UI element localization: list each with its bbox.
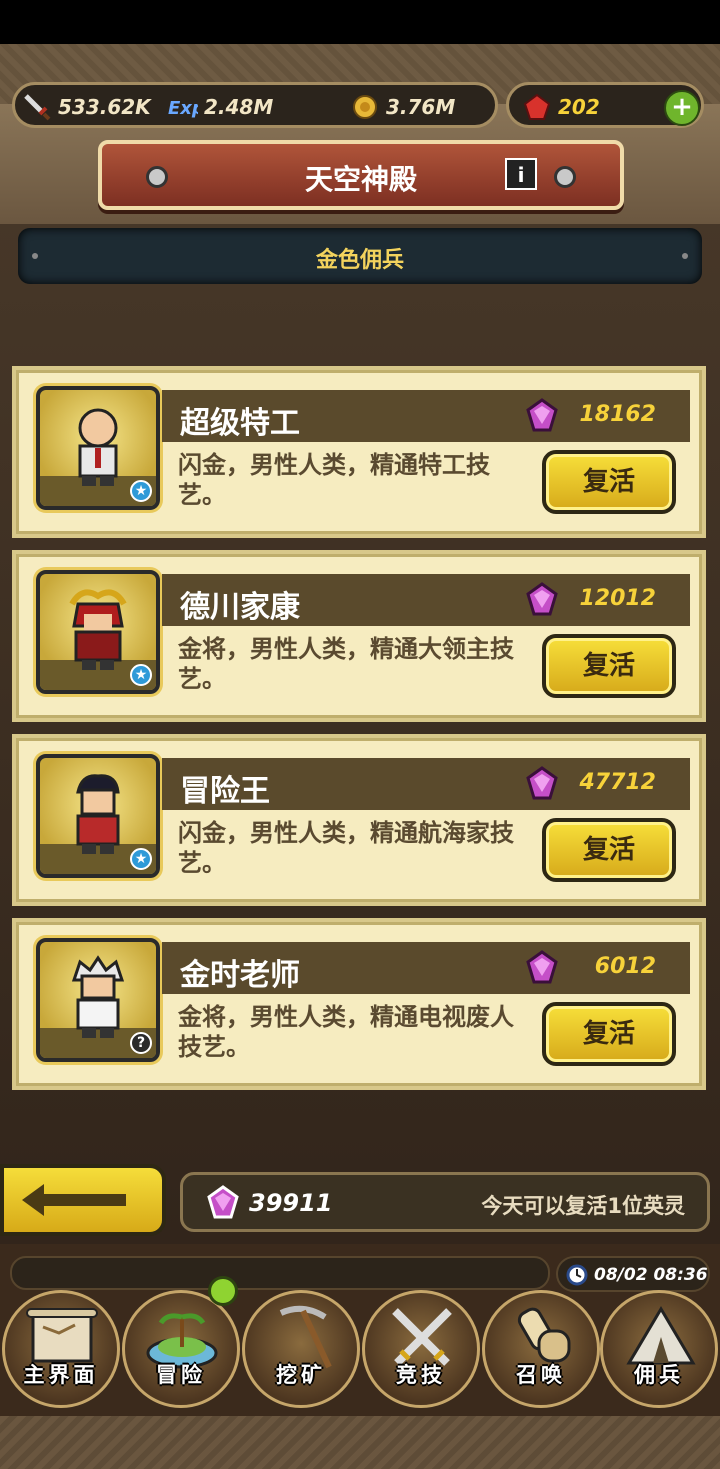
mercenary-name: 金时老师 — [180, 958, 300, 993]
mercenary-name: 冒险王 — [180, 774, 270, 809]
agent-sprite-icon — [78, 408, 118, 486]
portrait-tokugawa: ★ — [36, 570, 160, 694]
name-bar: 超级特工 18162 — [162, 390, 690, 442]
nav-label: 冒险 — [156, 1363, 206, 1387]
mercenary-card: ★ 德川家康 12012 金将，男性人类，精通大领主技艺。 复活 — [12, 550, 706, 722]
revive-cost: 47712 — [579, 770, 656, 795]
nav-arena[interactable]: 竞技 — [362, 1290, 480, 1408]
category-header: 金色佣兵 — [18, 228, 702, 284]
gold-value: 3.76M — [386, 95, 456, 119]
nav-label: 佣兵 — [634, 1363, 684, 1387]
portrait-kintoki: ? — [36, 938, 160, 1062]
gold-resource: 3.76M — [350, 92, 455, 122]
silver-hair-sprite-icon — [71, 955, 125, 1038]
purple-gem-icon — [526, 582, 558, 616]
category-dot-right — [682, 253, 688, 259]
revive-button[interactable]: 复活 — [542, 1002, 676, 1066]
nav-mining[interactable]: 挖矿 — [242, 1290, 360, 1408]
gem-resource: 202 — [522, 92, 600, 122]
mercenary-name: 德川家康 — [180, 590, 300, 625]
gold-coin-icon — [353, 95, 377, 119]
mercenary-description: 金将，男性人类，精通大领主技艺。 — [178, 635, 514, 693]
name-bar: 德川家康 12012 — [162, 574, 690, 626]
mercenary-description: 金将，男性人类，精通电视废人技艺。 — [178, 1003, 514, 1061]
back-button[interactable] — [0, 1164, 166, 1236]
mercenary-card: ★ 超级特工 18162 闪金，男性人类，精通特工技艺。 复活 — [12, 366, 706, 538]
datetime-text: 08/02 08:36 — [594, 1265, 708, 1285]
svg-text:Exp: Exp — [168, 98, 198, 119]
purple-gem-icon — [526, 950, 558, 984]
category-label: 金色佣兵 — [315, 248, 404, 273]
star-badge-icon: ★ — [130, 848, 152, 870]
adventure-notification-badge — [208, 1276, 238, 1306]
exp-value: 2.48M — [204, 95, 274, 119]
system-status-bar — [0, 0, 720, 44]
nav-label: 主界面 — [23, 1363, 99, 1387]
mercenary-description: 闪金，男性人类，精通特工技艺。 — [178, 451, 490, 509]
back-arrow-icon — [22, 1184, 126, 1216]
samurai-sprite-icon — [69, 589, 127, 670]
attack-resource: 533.62K — [22, 92, 151, 122]
exp-resource: Exp 2.48M — [168, 92, 273, 122]
message-bar — [10, 1256, 550, 1290]
nav-label: 竞技 — [396, 1363, 446, 1387]
star-badge-icon: ★ — [130, 664, 152, 686]
mercenary-card: ? 金时老师 6012 金将，男性人类，精通电视废人技艺。 复活 — [12, 918, 706, 1090]
question-badge-icon: ? — [130, 1032, 152, 1054]
nav-summon[interactable]: 召唤 — [482, 1290, 600, 1408]
sword-icon — [24, 94, 51, 121]
revive-cost: 12012 — [579, 586, 656, 611]
revive-button[interactable]: 复活 — [542, 450, 676, 514]
add-gems-button[interactable]: + — [664, 90, 700, 126]
revive-button[interactable]: 复活 — [542, 634, 676, 698]
title-banner: 天空神殿 i — [98, 140, 624, 210]
mercenary-name: 超级特工 — [180, 406, 300, 441]
clock-icon — [566, 1264, 588, 1286]
banner-bolt-right — [554, 166, 576, 188]
name-bar: 冒险王 47712 — [162, 758, 690, 810]
nav-label: 挖矿 — [276, 1363, 326, 1387]
portrait-agent: ★ — [36, 386, 160, 510]
revive-cost: 6012 — [594, 954, 656, 979]
adventurer-sprite-icon — [76, 774, 120, 854]
footer-map-background — [0, 1416, 720, 1469]
mercenary-card: ★ 冒险王 47712 闪金，男性人类，精通航海家技艺。 复活 — [12, 734, 706, 906]
balance-bar: 39911 今天可以复活1位英灵 — [180, 1172, 710, 1232]
purple-gem-icon — [526, 398, 558, 432]
clock-pill: 08/02 08:36 — [556, 1256, 710, 1292]
daily-revive-note: 今天可以复活1位英灵 — [481, 1194, 685, 1218]
ruby-icon — [523, 93, 551, 120]
exp-icon: Exp — [168, 98, 198, 119]
bottom-nav: 主界面 冒险 挖矿 竞技 召唤 佣兵 — [0, 1290, 720, 1416]
revive-cost: 18162 — [579, 402, 656, 427]
info-button[interactable]: i — [505, 158, 537, 190]
nav-main[interactable]: 主界面 — [2, 1290, 120, 1408]
name-bar: 金时老师 6012 — [162, 942, 690, 994]
page-title: 天空神殿 — [304, 163, 417, 196]
purple-gem-icon — [526, 766, 558, 800]
gem-value: 202 — [558, 95, 600, 119]
portrait-adventure-king: ★ — [36, 754, 160, 878]
nav-mercenary[interactable]: 佣兵 — [600, 1290, 718, 1408]
revive-button[interactable]: 复活 — [542, 818, 676, 882]
purple-gem-icon — [207, 1185, 239, 1219]
nav-label: 召唤 — [516, 1363, 566, 1387]
gem-balance: 39911 — [249, 1189, 333, 1217]
star-badge-icon: ★ — [130, 480, 152, 502]
nav-adventure[interactable]: 冒险 — [122, 1290, 240, 1408]
attack-value: 533.62K — [58, 95, 151, 119]
mercenary-description: 闪金，男性人类，精通航海家技艺。 — [178, 819, 514, 877]
